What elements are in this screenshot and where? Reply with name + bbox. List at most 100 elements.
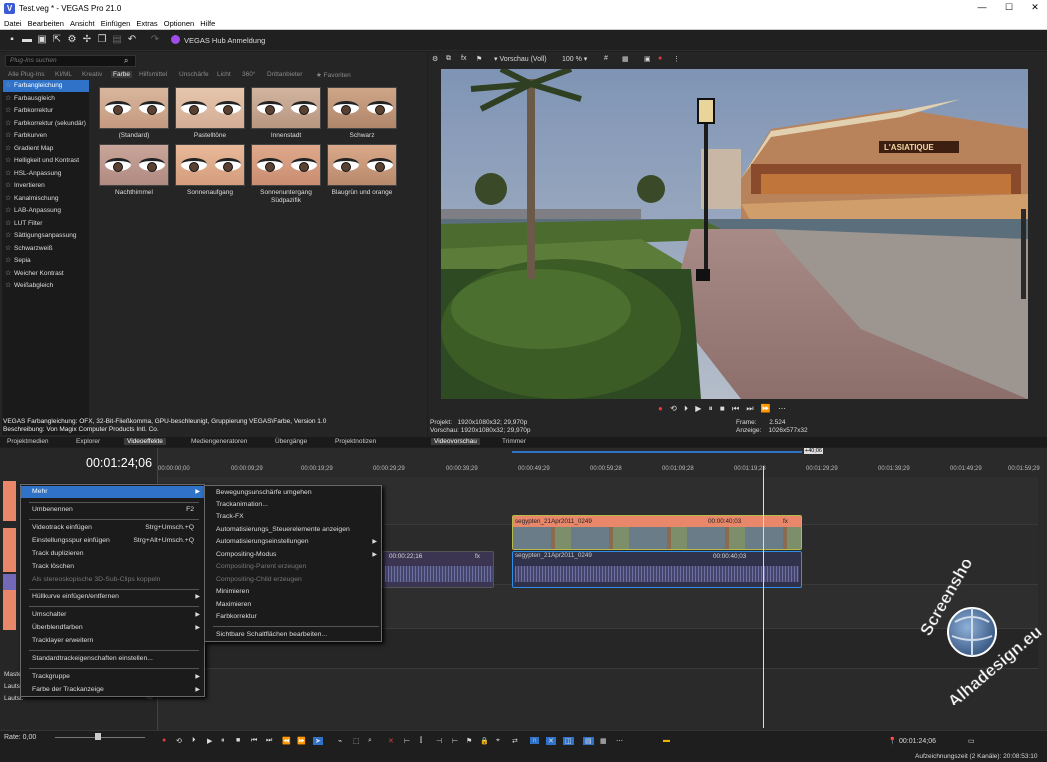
play-icon[interactable]: ▶ <box>207 737 212 745</box>
save-icon[interactable]: ▣ <box>37 35 47 45</box>
envelope-tool-icon[interactable]: ⌁ <box>338 737 342 745</box>
tab-uebergaenge[interactable]: Übergänge <box>275 438 307 445</box>
menu-item-standardeigenschaften[interactable]: Standardtrackeigenschaften einstellen... <box>21 653 204 665</box>
go-to-end-icon[interactable]: ⏭ <box>266 737 272 745</box>
minimize-button[interactable]: — <box>975 2 989 12</box>
menu-item-trackgruppe[interactable]: Trackgruppe ▶ <box>21 671 204 683</box>
audio-clip[interactable]: 00:00:22;16 fx <box>382 551 494 588</box>
menu-item-einstellungsspur[interactable]: Einstellungsspur einfügen Strg+Alt+Umsch.… <box>21 535 204 547</box>
submenu-item[interactable]: Maximieren <box>205 599 381 611</box>
effect-item[interactable]: Invertieren <box>3 180 89 192</box>
effect-item[interactable]: Farbangleichung <box>3 80 89 92</box>
preset-tile[interactable]: Pastelltöne <box>175 87 245 140</box>
record-icon[interactable]: ● <box>658 55 662 62</box>
submenu-item[interactable]: Automatisierungs_Steuerelemente anzeigen <box>205 524 381 536</box>
record-icon[interactable]: ● <box>658 404 663 413</box>
play-from-start-icon[interactable]: ⏵ <box>684 404 688 413</box>
tab-alle-plugins[interactable]: Alle Plug-Ins <box>8 71 45 78</box>
loop-icon[interactable]: ⟲ <box>670 404 677 413</box>
close-button[interactable]: ✕ <box>1028 2 1042 13</box>
next-frame-icon[interactable]: ⏩ <box>761 404 771 413</box>
lock-icon[interactable]: 🔒 <box>480 737 489 745</box>
prev-frame-icon[interactable]: ⏪ <box>282 737 291 745</box>
tab-trimmer[interactable]: Trimmer <box>502 438 526 445</box>
submenu-item[interactable]: Minimieren <box>205 586 381 598</box>
tab-drittanbieter[interactable]: Drittanbieter <box>267 71 302 78</box>
menu-item-track-loeschen[interactable]: Track löschen <box>21 561 204 573</box>
settings-gear-icon[interactable]: ⚙ <box>432 55 438 63</box>
preset-tile[interactable]: (Standard) <box>99 87 169 140</box>
effect-item[interactable]: Farbkorrektur (sekundär) <box>3 118 89 130</box>
tab-projektnotizen[interactable]: Projektnotizen <box>335 438 376 445</box>
tab-videoeffekte[interactable]: Videoeffekte <box>124 438 166 445</box>
menu-hilfe[interactable]: Hilfe <box>200 19 215 28</box>
submenu-item[interactable]: Bewegungsunschärfe umgehen <box>205 487 381 499</box>
trim-icon[interactable]: ⊢ <box>404 737 410 745</box>
effect-item[interactable]: Weißabgleich <box>3 280 89 292</box>
submenu-item[interactable]: Trackanimation... <box>205 499 381 511</box>
delete-icon[interactable]: ✕ <box>388 737 394 745</box>
go-to-start-icon[interactable]: ⏮ <box>251 737 257 745</box>
thumbnail-icon[interactable]: ▦ <box>600 737 607 745</box>
menu-item-ueberblendfarben[interactable]: Überblendfarben ▶ <box>21 622 204 634</box>
stop-icon[interactable]: ■ <box>236 737 240 744</box>
overlay-icon[interactable]: ▦ <box>622 55 629 63</box>
submenu-item[interactable]: Farbkorrektur <box>205 611 381 623</box>
hub-login-button[interactable]: VEGAS Hub Anmeldung <box>171 35 265 45</box>
next-frame-icon[interactable]: ⏩ <box>297 737 306 745</box>
fx-icon[interactable]: fx <box>783 516 788 527</box>
tab-explorer[interactable]: Explorer <box>76 438 100 445</box>
submenu-item[interactable]: Track-FX <box>205 511 381 523</box>
menu-optionen[interactable]: Optionen <box>164 19 194 28</box>
loop-region[interactable] <box>512 451 802 453</box>
trim-start-icon[interactable]: ⊣ <box>436 737 442 745</box>
folder-icon[interactable]: ▬ <box>663 737 670 744</box>
record-icon[interactable]: ● <box>162 737 166 744</box>
menu-einfuegen[interactable]: Einfügen <box>101 19 131 28</box>
crossfade-icon[interactable]: ✕ <box>546 737 556 745</box>
tab-kreativ[interactable]: Kreativ <box>82 71 102 78</box>
more-icon[interactable]: ⋮ <box>673 55 680 63</box>
redo-icon[interactable]: ↷ <box>150 35 160 45</box>
effect-item[interactable]: HSL-Anpassung <box>3 168 89 180</box>
rate-slider-handle[interactable] <box>95 733 101 740</box>
menu-bearbeiten[interactable]: Bearbeiten <box>28 19 64 28</box>
menu-item-track-duplizieren[interactable]: Track duplizieren <box>21 548 204 560</box>
tab-hilfsmittel[interactable]: Hilfsmittel <box>139 71 167 78</box>
tab-farbe[interactable]: Farbe <box>111 71 132 78</box>
tab-ki-ml[interactable]: KI/ML <box>55 71 72 78</box>
tab-videovorschau[interactable]: Videovorschau <box>431 438 480 445</box>
effect-item[interactable]: Helligkeit und Kontrast <box>3 155 89 167</box>
menu-datei[interactable]: Datei <box>4 19 22 28</box>
edit-tool-icon[interactable]: ➤ <box>313 737 323 745</box>
trim-end-icon[interactable]: ⊢ <box>452 737 458 745</box>
tab-mediengeneratoren[interactable]: Mediengeneratoren <box>191 438 247 445</box>
pause-icon[interactable]: ⏸ <box>221 737 225 745</box>
preset-tile[interactable]: Schwarz <box>327 87 397 140</box>
effect-item[interactable]: Weicher Kontrast <box>3 268 89 280</box>
preset-tile[interactable]: Sonnenaufgang <box>175 144 245 197</box>
menu-item-umbenennen[interactable]: Umbenennen F2 <box>21 504 204 516</box>
effect-item[interactable]: Sepia <box>3 255 89 267</box>
menu-item-tracklayer[interactable]: Tracklayer erweitern <box>21 635 204 647</box>
search-icon[interactable]: ⌕ <box>124 56 128 66</box>
effect-item[interactable]: Farbausgleich <box>3 93 89 105</box>
play-icon[interactable]: ▶ <box>695 404 701 413</box>
effect-item[interactable]: Gradient Map <box>3 143 89 155</box>
undo-icon[interactable]: ↶ <box>127 35 137 45</box>
split-icon[interactable]: ⫿ <box>420 737 422 745</box>
preset-tile[interactable]: Nachthimmel <box>99 144 169 197</box>
export-icon[interactable]: ⇱ <box>52 35 62 45</box>
effect-item[interactable]: Sättigungsanpassung <box>3 230 89 242</box>
split-screen-icon[interactable]: ⚑ <box>476 55 482 63</box>
submenu-item[interactable]: Sichtbare Schaltflächen bearbeiten... <box>205 629 381 641</box>
menu-item-huellkurve[interactable]: Hüllkurve einfügen/entfernen ▶ <box>21 591 204 603</box>
zoom-tool-icon[interactable]: ⌕ <box>368 737 372 745</box>
more-icon[interactable]: ⋯ <box>616 737 623 745</box>
audio-clip[interactable]: segypten_21Apr2011_0249 00:00:40;03 <box>512 551 802 588</box>
menu-ansicht[interactable]: Ansicht <box>70 19 95 28</box>
menu-item-trackfarbe[interactable]: Farbe der Trackanzeige ▶ <box>21 684 204 696</box>
tab-unschaerfe[interactable]: Unschärfe <box>179 71 209 78</box>
copy-snapshot-icon[interactable]: ▣ <box>644 55 651 63</box>
playhead[interactable] <box>763 466 764 728</box>
